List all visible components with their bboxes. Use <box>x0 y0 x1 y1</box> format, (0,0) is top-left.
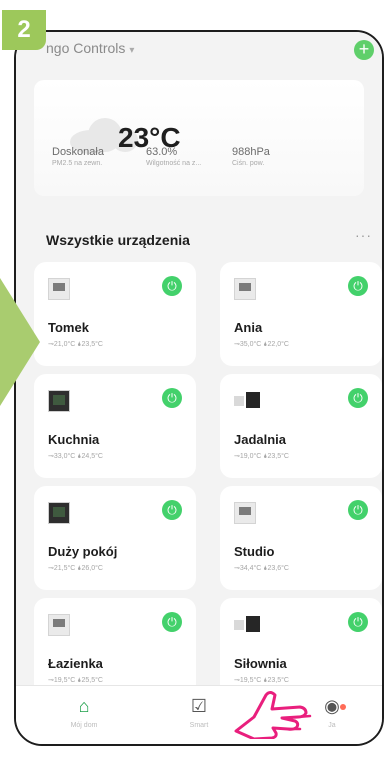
pointing-hand-icon <box>234 691 312 739</box>
device-card[interactable]: ⏻ Duży pokój ⊸21,5°C 🌢26,0°C <box>34 486 196 590</box>
device-readings: ⊸19,0°C 🌢23,5°C <box>234 453 289 460</box>
humidity: 63.0% Wilgotność na z... <box>146 146 202 167</box>
pressure: 988hPa Ciśn. pow. <box>232 146 270 167</box>
device-name: Ania <box>234 320 263 335</box>
bottom-nav: ⌂ Mój dom ☑ Smart ◉ Ja <box>16 685 382 744</box>
device-card[interactable]: ⏻ Jadalnia ⊸19,0°C 🌢23,5°C <box>220 374 382 478</box>
add-device-button[interactable]: + <box>354 40 374 60</box>
home-selector[interactable]: ngo Controls ▾ <box>46 40 134 56</box>
power-button[interactable]: ⏻ <box>348 276 368 296</box>
power-button[interactable]: ⏻ <box>348 500 368 520</box>
nav-label-smart: Smart <box>189 722 209 729</box>
device-name: Tomek <box>48 320 89 335</box>
device-name: Studio <box>234 544 275 559</box>
nav-smart[interactable]: ☑ Smart <box>173 696 225 729</box>
device-thumbnail <box>48 614 70 636</box>
section-title: Wszystkie urządzenia <box>46 232 190 248</box>
device-card[interactable]: ⏻ Studio ⊸34,4°C 🌢23,6°C <box>220 486 382 590</box>
air-quality: Doskonała PM2.5 na zewn. <box>52 146 104 167</box>
device-name: Siłownia <box>234 656 287 671</box>
weather-card: 23°C Doskonała PM2.5 na zewn. 63.0% Wilg… <box>34 80 364 196</box>
device-card[interactable]: ⏻ Ania ⊸35,0°C 🌢22,0°C <box>220 262 382 366</box>
device-card[interactable]: ⏻ Kuchnia ⊸33,0°C 🌢24,5°C <box>34 374 196 478</box>
power-button[interactable]: ⏻ <box>348 612 368 632</box>
guide-arrow <box>0 278 40 406</box>
device-name: Łazienka <box>48 656 103 671</box>
power-button[interactable]: ⏻ <box>348 388 368 408</box>
nav-home[interactable]: ⌂ Mój dom <box>58 696 110 729</box>
nav-label-home: Mój dom <box>70 722 98 729</box>
top-bar: ngo Controls ▾ + <box>16 32 382 68</box>
device-readings: ⊸35,0°C 🌢22,0°C <box>234 341 289 348</box>
power-button[interactable]: ⏻ <box>162 276 182 296</box>
device-name: Duży pokój <box>48 544 118 559</box>
device-readings: ⊸33,0°C 🌢24,5°C <box>48 453 103 460</box>
power-button[interactable]: ⏻ <box>162 388 182 408</box>
notification-dot <box>340 704 346 710</box>
device-name: Jadalnia <box>234 432 287 447</box>
power-button[interactable]: ⏻ <box>162 612 182 632</box>
device-card[interactable]: ⏻ Tomek ⊸21,0°C 🌢23,5°C <box>34 262 196 366</box>
device-thumbnail <box>48 390 70 412</box>
chevron-down-icon: ▾ <box>129 45 135 56</box>
home-icon: ⌂ <box>78 696 90 716</box>
more-icon[interactable]: ··· <box>355 227 372 243</box>
device-thumbnail <box>48 502 70 524</box>
phone-frame: ngo Controls ▾ + 23°C Doskonała PM2.5 na … <box>14 30 384 746</box>
device-readings: ⊸34,4°C 🌢23,6°C <box>234 565 289 572</box>
device-readings: ⊸21,0°C 🌢23,5°C <box>48 341 103 348</box>
checklist-icon: ☑ <box>190 696 208 716</box>
device-thumbnail <box>234 390 262 410</box>
device-thumbnail <box>48 278 70 300</box>
device-thumbnail <box>234 614 262 634</box>
device-readings: ⊸19,5°C 🌢25,5°C <box>48 677 103 684</box>
device-thumbnail <box>234 502 256 524</box>
device-readings: ⊸21,5°C 🌢26,0°C <box>48 565 103 572</box>
device-name: Kuchnia <box>48 432 100 447</box>
home-name: ngo Controls <box>46 40 126 56</box>
device-thumbnail <box>234 278 256 300</box>
power-button[interactable]: ⏻ <box>162 500 182 520</box>
step-badge: 2 <box>2 10 46 50</box>
